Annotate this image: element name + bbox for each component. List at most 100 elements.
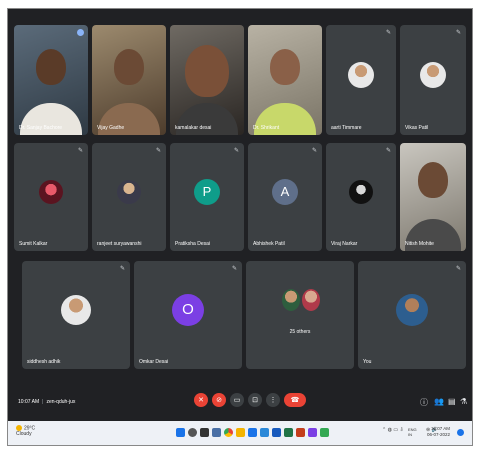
camera-off-icon: ⊘ bbox=[216, 397, 222, 404]
cloud-icon bbox=[16, 425, 22, 431]
participant-name: siddhesh adhik bbox=[27, 359, 61, 365]
start-icon[interactable] bbox=[176, 428, 185, 437]
participant-tile[interactable]: Dr. Shrikant bbox=[248, 25, 322, 135]
file-explorer-icon[interactable] bbox=[236, 428, 245, 437]
participant-name: Pratiksha Desai bbox=[175, 241, 211, 247]
captions-button[interactable]: ▭ bbox=[230, 393, 244, 407]
mail-icon[interactable] bbox=[260, 428, 269, 437]
phone-hangup-icon: ☎ bbox=[290, 397, 300, 404]
app-icon[interactable] bbox=[308, 428, 317, 437]
participant-video bbox=[114, 49, 144, 86]
widgets-icon[interactable] bbox=[212, 428, 221, 437]
participant-tile[interactable]: Dr. Sanjay Bachore bbox=[14, 25, 88, 135]
task-view-icon[interactable] bbox=[200, 428, 209, 437]
avatar: P bbox=[194, 178, 220, 205]
language-indicator[interactable]: ENG IN bbox=[408, 427, 417, 437]
others-count: 25 others bbox=[289, 329, 311, 335]
word-icon[interactable] bbox=[272, 428, 281, 437]
weather-widget[interactable]: 29°C Cloudy bbox=[16, 425, 35, 437]
participant-tile[interactable]: kamalakar desai bbox=[170, 25, 244, 135]
info-icon[interactable]: ⓘ bbox=[420, 397, 428, 408]
people-icon[interactable]: 👥 bbox=[434, 397, 444, 406]
participant-name: Viraj Narkar bbox=[331, 241, 358, 247]
mic-toggle-button[interactable]: ✕ bbox=[194, 393, 208, 407]
participant-name: You bbox=[363, 359, 372, 365]
participant-tile[interactable]: ✎ siddhesh adhik bbox=[22, 261, 130, 369]
self-tile[interactable]: ✎ You bbox=[358, 261, 466, 369]
captions-icon: ▭ bbox=[233, 397, 241, 404]
participant-name: Nitish Mohite bbox=[405, 241, 434, 247]
photos-icon[interactable] bbox=[296, 428, 305, 437]
mic-off-icon: ✎ bbox=[77, 148, 83, 154]
participant-video bbox=[36, 49, 66, 86]
participant-name: aarti Timmare bbox=[331, 125, 362, 131]
mic-off-icon: ✎ bbox=[155, 148, 161, 154]
meeting-code: zen-qduh-jux bbox=[46, 399, 76, 405]
avatar bbox=[420, 61, 446, 88]
mic-off-icon: ✎ bbox=[455, 30, 461, 36]
more-options-button[interactable]: ⋮ bbox=[266, 393, 280, 407]
store-icon[interactable] bbox=[248, 428, 257, 437]
participant-tile[interactable]: ✎ Vikas Patil bbox=[400, 25, 466, 135]
end-call-button[interactable]: ☎ bbox=[284, 393, 306, 407]
more-vert-icon: ⋮ bbox=[269, 397, 277, 404]
mic-off-icon: ✎ bbox=[119, 266, 125, 272]
windows-taskbar: 29°C Cloudy ⌃ ◍ ▭ ⇩ ENG IN ⊜ 🔊 10:07 AM 0… bbox=[8, 421, 472, 445]
participant-tile[interactable]: ✎ ranjeet suryawanshi bbox=[92, 143, 166, 251]
participant-tile[interactable]: Nitish Mohite bbox=[400, 143, 466, 251]
app-icon[interactable] bbox=[320, 428, 329, 437]
participant-name: Sumit Kalkar bbox=[19, 241, 48, 247]
participant-tile[interactable]: ✎ Sumit Kalkar bbox=[14, 143, 88, 251]
camera-toggle-button[interactable]: ⊘ bbox=[212, 393, 226, 407]
participant-name: Vikas Patil bbox=[405, 125, 429, 131]
avatar: A bbox=[272, 178, 298, 205]
participant-name: Vijay Gadhe bbox=[97, 125, 125, 131]
search-icon[interactable] bbox=[188, 428, 197, 437]
participant-name: ranjeet suryawanshi bbox=[97, 241, 142, 247]
present-icon: ⊡ bbox=[252, 397, 258, 404]
mic-off-icon: ✎ bbox=[233, 148, 239, 154]
mic-off-icon: ✕ bbox=[198, 397, 204, 404]
system-tray[interactable]: ⌃ ◍ ▭ ⇩ bbox=[382, 427, 404, 433]
participant-name: Dr. Shrikant bbox=[253, 125, 280, 131]
participant-tile[interactable]: ✎ aarti Timmare bbox=[326, 25, 396, 135]
participant-tile[interactable]: ✎ P Pratiksha Desai bbox=[170, 143, 244, 251]
avatar bbox=[117, 179, 141, 204]
mic-off-icon: ✎ bbox=[385, 148, 391, 154]
notifications-icon[interactable] bbox=[457, 429, 464, 436]
participant-tile[interactable]: ✎ A Abhishek Patil bbox=[248, 143, 322, 251]
avatar bbox=[282, 289, 300, 311]
present-button[interactable]: ⊡ bbox=[248, 393, 262, 407]
avatar bbox=[302, 289, 320, 311]
participant-video bbox=[418, 162, 448, 199]
avatar: O bbox=[172, 293, 204, 326]
meet-window: Dr. Sanjay Bachore Vijay Gadhe kamalakar… bbox=[7, 8, 473, 446]
participant-tile[interactable]: Vijay Gadhe bbox=[92, 25, 166, 135]
participant-tile[interactable]: ✎ O Omkar Desai bbox=[134, 261, 242, 369]
chat-icon[interactable]: ▤ bbox=[448, 397, 456, 406]
participant-video bbox=[270, 49, 300, 86]
mic-off-icon: ✎ bbox=[231, 266, 237, 272]
activities-icon[interactable]: ⚗ bbox=[460, 397, 467, 406]
participant-name: Abhishek Patil bbox=[253, 241, 285, 247]
participant-tile[interactable]: ✎ Viraj Narkar bbox=[326, 143, 396, 251]
pin-icon[interactable] bbox=[77, 29, 84, 36]
participant-name: Omkar Desai bbox=[139, 359, 169, 365]
participant-name: Dr. Sanjay Bachore bbox=[19, 125, 63, 131]
participant-name: kamalakar desai bbox=[175, 125, 212, 131]
taskbar-clock[interactable]: 10:07 AM 06-07-2022 bbox=[427, 426, 450, 438]
chrome-icon[interactable] bbox=[224, 428, 233, 437]
avatar bbox=[39, 179, 63, 204]
participant-video bbox=[185, 44, 229, 97]
mic-off-icon: ✎ bbox=[311, 148, 317, 154]
avatar bbox=[348, 61, 374, 88]
meeting-info: 10:07 AM | zen-qduh-jux bbox=[18, 399, 76, 405]
meeting-time: 10:07 AM bbox=[18, 399, 40, 405]
avatar bbox=[396, 293, 428, 326]
mic-off-icon: ✎ bbox=[385, 30, 391, 36]
avatar bbox=[349, 179, 373, 204]
meeting-control-bar: 10:07 AM | zen-qduh-jux ✕ ⊘ ▭ ⊡ ⋮ ☎ ⓘ 👥 ▤ … bbox=[8, 381, 472, 421]
app-icon[interactable] bbox=[284, 428, 293, 437]
avatar bbox=[61, 294, 91, 325]
others-tile[interactable]: 25 others bbox=[246, 261, 354, 369]
